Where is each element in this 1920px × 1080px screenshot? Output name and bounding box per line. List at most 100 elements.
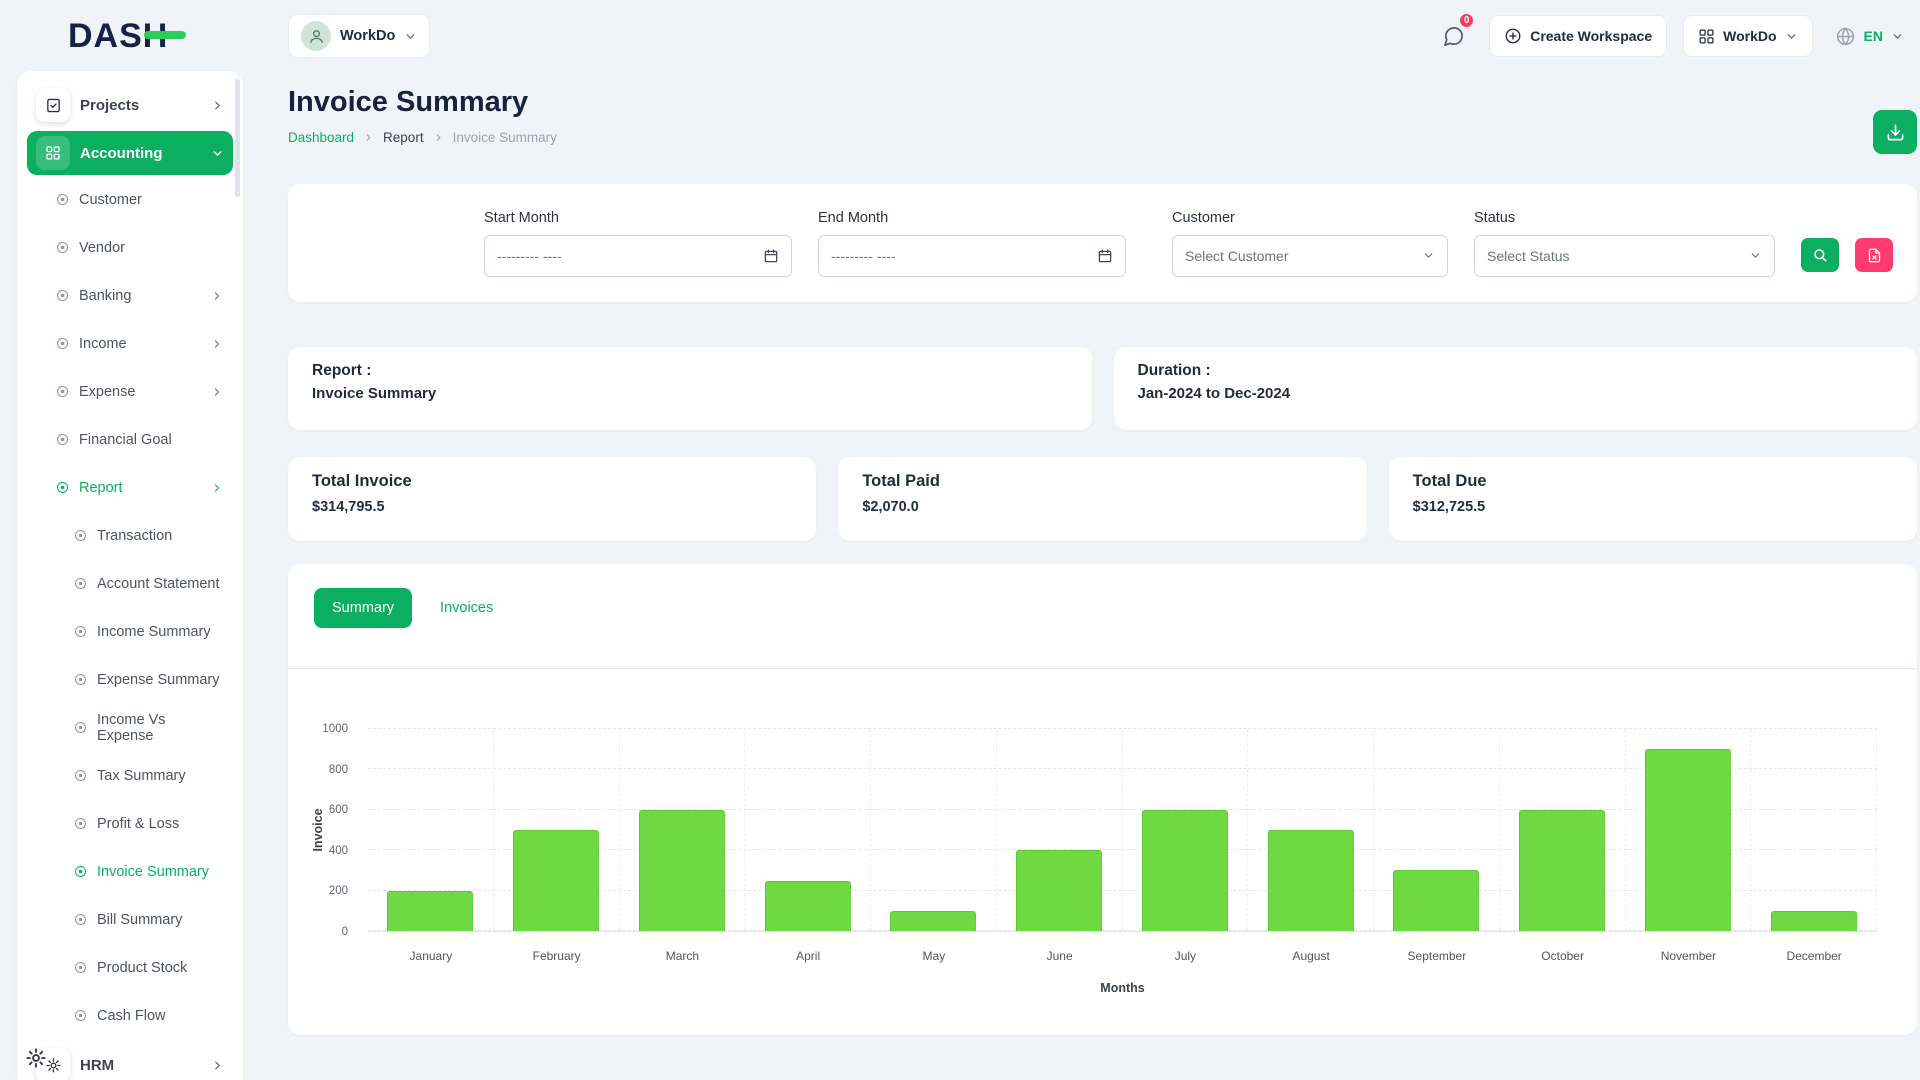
chevron-right-icon xyxy=(211,338,223,350)
bullet-icon xyxy=(75,818,86,829)
main-content: Invoice Summary Dashboard Report Invoice… xyxy=(288,72,1917,1035)
sidebar-item-banking[interactable]: Banking xyxy=(27,275,233,316)
sidebar-item-customer[interactable]: Customer xyxy=(27,179,233,220)
sidebar-item-label: Accounting xyxy=(80,145,163,162)
breadcrumb-dashboard[interactable]: Dashboard xyxy=(288,130,354,145)
sidebar-item-label: Account Statement xyxy=(97,576,220,592)
x-label: August xyxy=(1248,949,1374,963)
sidebar-item-income[interactable]: Income xyxy=(27,323,233,364)
sidebar-item-bill-summary[interactable]: Bill Summary xyxy=(27,899,233,940)
bullet-icon xyxy=(75,578,86,589)
sidebar-item-vendor[interactable]: Vendor xyxy=(27,227,233,268)
sidebar-item-profit-loss[interactable]: Profit & Loss xyxy=(27,803,233,844)
x-label: February xyxy=(494,949,620,963)
total-invoice-card: Total Invoice $314,795.5 xyxy=(288,457,816,541)
bar-june[interactable] xyxy=(1016,850,1102,931)
chevron-down-icon xyxy=(1891,30,1904,43)
sidebar-item-label: Tax Summary xyxy=(97,768,186,784)
x-label: September xyxy=(1374,949,1500,963)
duration-value: Jan-2024 to Dec-2024 xyxy=(1138,385,1894,402)
status-select-value: Select Status xyxy=(1487,248,1570,264)
sidebar-item-projects[interactable]: Projects xyxy=(27,83,233,127)
sidebar-item-expense-summary[interactable]: Expense Summary xyxy=(27,659,233,700)
start-month-value: --------- ---- xyxy=(497,248,562,264)
chevron-right-icon xyxy=(433,132,444,143)
sidebar-item-label: Income Vs Expense xyxy=(97,712,223,744)
sidebar-item-accounting[interactable]: Accounting xyxy=(27,131,233,175)
workspace-avatar xyxy=(301,21,331,51)
search-icon xyxy=(1812,247,1828,263)
sidebar-item-cash-flow[interactable]: Cash Flow xyxy=(27,995,233,1036)
end-month-input[interactable]: --------- ---- xyxy=(818,235,1126,277)
sidebar-item-expense[interactable]: Expense xyxy=(27,371,233,412)
sidebar-item-hrm[interactable]: HRM xyxy=(27,1043,233,1080)
bar-december[interactable] xyxy=(1771,911,1857,931)
breadcrumb-report[interactable]: Report xyxy=(383,130,424,145)
sidebar-item-report[interactable]: Report xyxy=(27,467,233,508)
breadcrumb-current: Invoice Summary xyxy=(453,130,557,145)
bar-slot xyxy=(871,729,997,931)
start-month-input[interactable]: --------- ---- xyxy=(484,235,792,277)
sidebar-item-income-summary[interactable]: Income Summary xyxy=(27,611,233,652)
file-x-icon xyxy=(1867,248,1882,263)
workdo-menu-button[interactable]: WorkDo xyxy=(1683,15,1812,57)
sidebar-item-label: HRM xyxy=(80,1057,114,1074)
reset-filter-button[interactable] xyxy=(1855,238,1893,272)
sidebar-item-label: Projects xyxy=(80,97,139,114)
bar-slot xyxy=(1500,729,1626,931)
customer-select-value: Select Customer xyxy=(1185,248,1288,264)
workspace-switcher[interactable]: WorkDo xyxy=(288,14,430,58)
sidebar-item-account-statement[interactable]: Account Statement xyxy=(27,563,233,604)
logo-dash-accent xyxy=(144,31,186,39)
theme-settings-button[interactable] xyxy=(16,1038,56,1078)
top-header: DASH WorkDo 0 xyxy=(0,0,1920,72)
x-label: January xyxy=(368,949,494,963)
bar-april[interactable] xyxy=(765,881,851,932)
chevron-down-icon xyxy=(1749,249,1762,262)
sidebar-item-label: Financial Goal xyxy=(79,432,172,448)
create-workspace-button[interactable]: Create Workspace xyxy=(1489,15,1667,57)
status-select[interactable]: Select Status xyxy=(1474,235,1775,277)
breadcrumb: Dashboard Report Invoice Summary xyxy=(288,130,557,145)
bar-february[interactable] xyxy=(513,830,599,931)
chevron-down-icon xyxy=(404,30,417,43)
sidebar-scrollbar[interactable] xyxy=(235,79,240,197)
sidebar-item-financial-goal[interactable]: Financial Goal xyxy=(27,419,233,460)
duration-label: Duration : xyxy=(1138,362,1894,380)
messages-button[interactable]: 0 xyxy=(1433,16,1473,56)
bar-may[interactable] xyxy=(890,911,976,931)
chart-tabs: Summary Invoices xyxy=(288,564,1917,628)
bar-october[interactable] xyxy=(1519,810,1605,931)
download-report-button[interactable] xyxy=(1873,110,1917,154)
bar-march[interactable] xyxy=(639,810,725,931)
sidebar-item-transaction[interactable]: Transaction xyxy=(27,515,233,556)
category-grid-icon xyxy=(36,136,70,170)
y-tick-label: 600 xyxy=(292,804,348,816)
customer-select[interactable]: Select Customer xyxy=(1172,235,1448,277)
bullet-icon xyxy=(75,530,86,541)
y-tick-label: 400 xyxy=(292,845,348,857)
sidebar-item-product-stock[interactable]: Product Stock xyxy=(27,947,233,988)
sidebar-item-label: Report xyxy=(79,480,123,496)
tab-invoices[interactable]: Invoices xyxy=(422,588,511,628)
chevron-right-icon xyxy=(363,132,374,143)
bar-slot xyxy=(1626,729,1752,931)
bar-november[interactable] xyxy=(1645,749,1731,931)
tab-summary[interactable]: Summary xyxy=(314,588,412,628)
bullet-icon xyxy=(75,914,86,925)
sidebar-item-invoice-summary[interactable]: Invoice Summary xyxy=(27,851,233,892)
bar-january[interactable] xyxy=(387,891,473,931)
bar-slot xyxy=(745,729,871,931)
apply-filter-button[interactable] xyxy=(1801,238,1839,272)
create-workspace-label: Create Workspace xyxy=(1530,28,1652,44)
app-logo[interactable]: DASH xyxy=(68,17,168,56)
bar-september[interactable] xyxy=(1393,870,1479,931)
sidebar-item-tax-summary[interactable]: Tax Summary xyxy=(27,755,233,796)
language-selector[interactable]: EN xyxy=(1829,26,1910,47)
bar-slot xyxy=(997,729,1123,931)
sidebar-item-income-vs-expense[interactable]: Income Vs Expense xyxy=(27,707,233,748)
end-month-label: End Month xyxy=(818,210,1126,226)
bar-july[interactable] xyxy=(1142,810,1228,931)
bar-august[interactable] xyxy=(1268,830,1354,931)
chart-x-labels: JanuaryFebruaryMarchAprilMayJuneJulyAugu… xyxy=(368,949,1877,963)
